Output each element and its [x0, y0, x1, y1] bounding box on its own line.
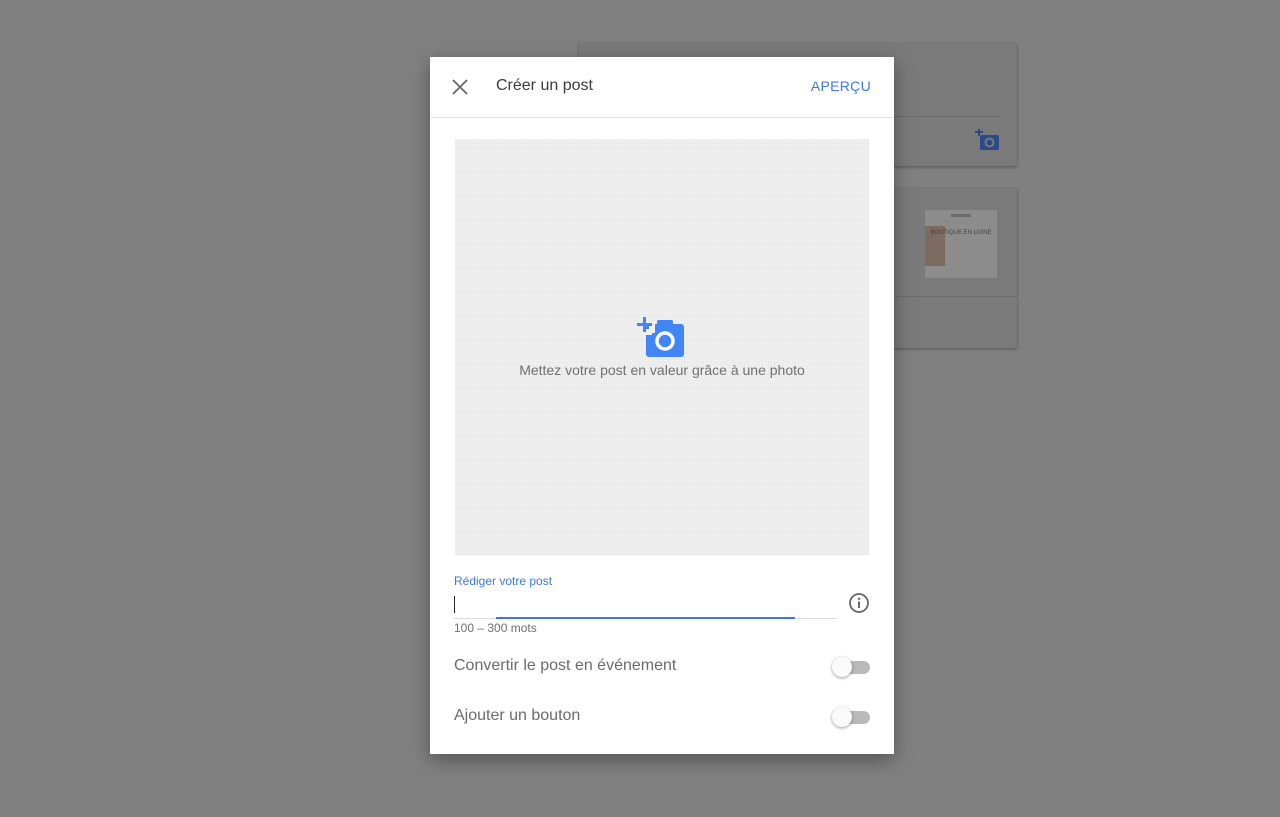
add-photo-icon [975, 129, 999, 150]
input-focus-underline [496, 617, 795, 619]
post-thumbnail: BOUTIQUE EN LIGNE [925, 210, 997, 278]
dialog-title: Créer un post [496, 77, 593, 94]
photo-upload-area[interactable]: Mettez votre post en valeur grâce à une … [455, 139, 869, 555]
switch-thumb [832, 657, 852, 677]
thumbnail-logo [951, 214, 971, 217]
button-toggle-label: Ajouter un bouton [454, 707, 581, 724]
word-count-hint: 100 – 300 mots [454, 621, 537, 635]
photo-hint: Mettez votre post en valeur grâce à une … [519, 362, 805, 378]
thumbnail-text: BOUTIQUE EN LIGNE [930, 230, 992, 236]
post-text-input[interactable] [454, 593, 837, 617]
event-toggle-row: Convertir le post en événement [454, 654, 870, 678]
text-caret [454, 596, 455, 613]
preview-button[interactable]: APERÇU [811, 78, 871, 94]
dialog-header: Créer un post APERÇU [430, 57, 894, 118]
info-icon[interactable] [848, 592, 870, 614]
add-photo-icon [637, 317, 684, 357]
post-text-label: Rédiger votre post [454, 574, 553, 588]
switch-thumb [832, 707, 852, 727]
create-post-dialog: Créer un post APERÇU Mettez votre post e… [430, 57, 894, 754]
button-toggle-switch[interactable] [832, 706, 870, 727]
event-toggle-switch[interactable] [832, 656, 870, 677]
event-toggle-label: Convertir le post en événement [454, 657, 677, 674]
button-toggle-row: Ajouter un bouton [454, 704, 870, 728]
close-icon[interactable] [448, 75, 472, 99]
